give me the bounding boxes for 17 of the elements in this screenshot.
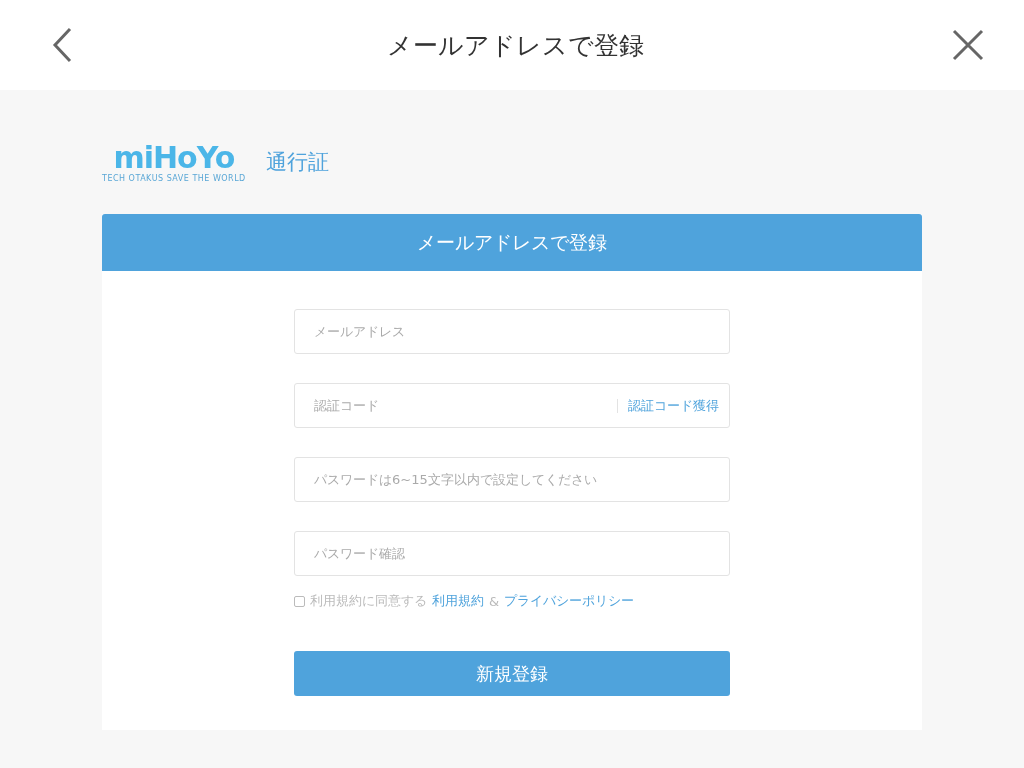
agree-label: 利用規約に同意する <box>310 592 427 610</box>
ampersand: & <box>489 593 500 609</box>
back-icon <box>51 27 73 63</box>
input-field[interactable]: パスワード確認 <box>294 531 730 576</box>
card-title: メールアドレスで登録 <box>102 214 922 271</box>
input-field[interactable]: パスワードは6~15文字以内で設定してください <box>294 457 730 502</box>
register-button[interactable]: 新規登録 <box>294 651 730 696</box>
logo-tagline: TECH OTAKUS SAVE THE WORLD <box>102 173 246 183</box>
privacy-link[interactable]: プライバシーポリシー <box>504 592 635 610</box>
terms-link[interactable]: 利用規約 <box>432 592 484 610</box>
logo-wordmark: miHoYo <box>113 141 235 174</box>
input-field[interactable]: メールアドレス <box>294 309 730 354</box>
agree-checkbox[interactable] <box>294 595 305 607</box>
close-icon <box>952 29 984 61</box>
page-title: メールアドレスで登録 <box>386 29 644 62</box>
service-name: 通行証 <box>265 149 329 176</box>
get-code-link[interactable]: 認証コード獲得 <box>628 396 729 415</box>
